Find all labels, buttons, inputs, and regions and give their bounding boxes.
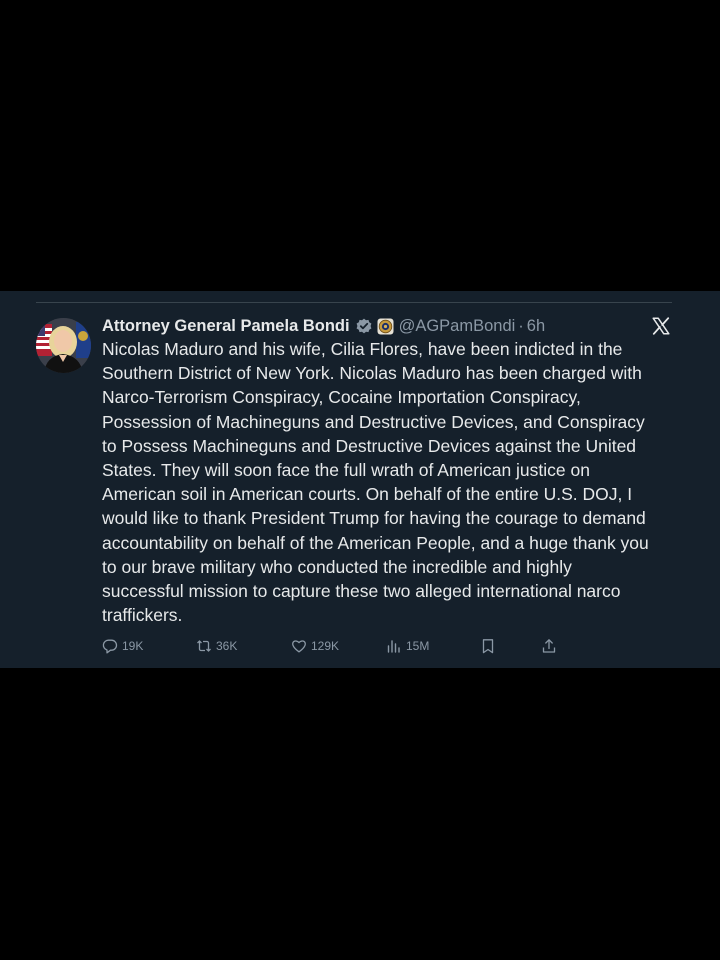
- tweet-text-line: successful mission to capture these two …: [102, 581, 621, 602]
- repost-icon: [196, 638, 212, 654]
- like-button[interactable]: 129K: [291, 636, 339, 656]
- tweet-card[interactable]: Attorney General Pamela Bondi @AGPamBond…: [0, 291, 720, 668]
- tweet-text-line: Nicolas Maduro and his wife, Cilia Flore…: [102, 339, 623, 359]
- tweet-text-line: Narco-Terrorism Conspiracy, Cocaine Impo…: [102, 387, 581, 408]
- views-count: 15M: [406, 639, 430, 653]
- display-name[interactable]: Attorney General Pamela Bondi: [102, 317, 350, 336]
- tweet-text-line: Possession of Machineguns and Destructiv…: [102, 411, 645, 432]
- verified-badge-icon[interactable]: [356, 318, 372, 334]
- separator-dot: ·: [518, 316, 524, 335]
- tweet-text: Nicolas Maduro and his wife, Cilia Flore…: [102, 337, 674, 627]
- tweet-text-line: to our brave military who conducted the …: [102, 556, 572, 577]
- tweet-text-line: would like to thank President Trump for …: [102, 508, 646, 529]
- share-icon: [541, 638, 557, 654]
- tweet-text-line: Southern District of New York. Nicolas M…: [102, 363, 642, 384]
- share-button[interactable]: [541, 636, 557, 656]
- bookmark-icon: [480, 638, 496, 654]
- like-count: 129K: [311, 639, 340, 653]
- doj-seal-icon[interactable]: [377, 318, 394, 335]
- views-icon: [386, 638, 402, 654]
- reply-button[interactable]: 19K: [102, 636, 143, 656]
- tweet-header: Attorney General Pamela Bondi @AGPamBond…: [102, 315, 545, 337]
- views-button[interactable]: 15M: [386, 636, 429, 656]
- bookmark-button[interactable]: [480, 636, 496, 656]
- reply-count: 19K: [122, 639, 144, 653]
- tweet-text-line: American soil in American courts. On beh…: [102, 484, 633, 505]
- repost-button[interactable]: 36K: [196, 636, 237, 656]
- timestamp[interactable]: 6h: [527, 317, 545, 336]
- divider: [36, 302, 672, 303]
- tweet-text-line: States. They will soon face the full wra…: [102, 460, 590, 481]
- repost-count: 36K: [216, 639, 238, 653]
- tweet-text-line: traffickers.: [102, 605, 183, 626]
- avatar[interactable]: [36, 318, 91, 373]
- reply-icon: [102, 638, 118, 654]
- handle[interactable]: @AGPamBondi: [399, 317, 516, 336]
- tweet-text-line: to Possess Machineguns and Destructive D…: [102, 435, 637, 456]
- x-logo-icon: [652, 317, 670, 335]
- tweet-text-line: accountability on behalf of the American…: [102, 532, 649, 553]
- heart-icon: [291, 638, 307, 654]
- action-bar: 19K 36K 129K 15M: [102, 636, 572, 656]
